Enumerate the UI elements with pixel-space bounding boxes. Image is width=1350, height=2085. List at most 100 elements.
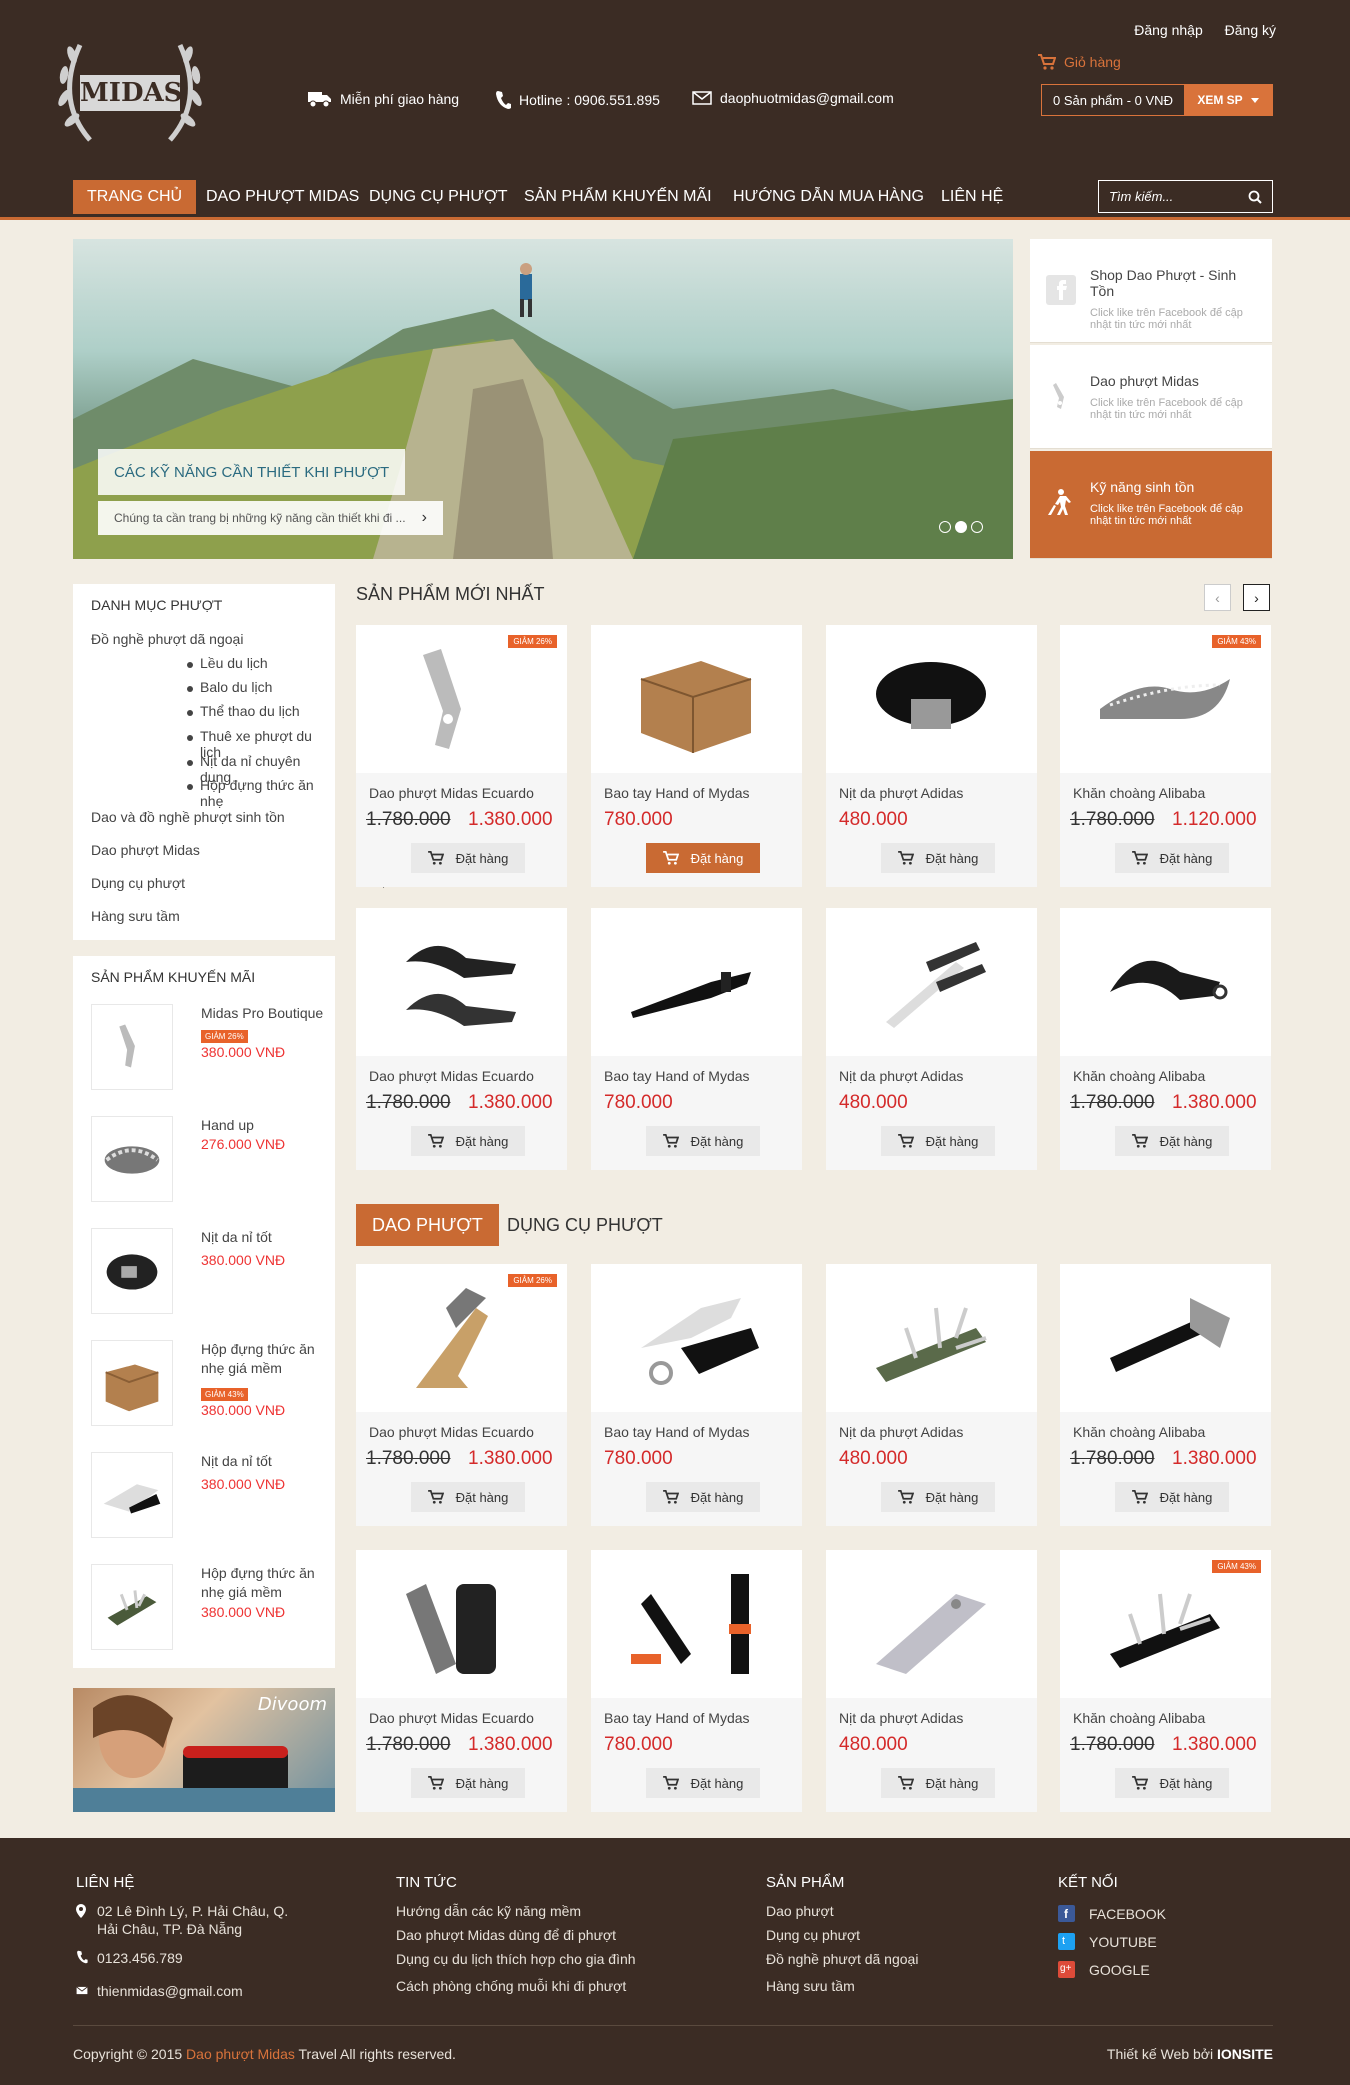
order-button[interactable]: Đặt hàng xyxy=(881,1768,995,1798)
product-image[interactable] xyxy=(356,908,567,1056)
nav-home[interactable]: Trang chủ xyxy=(73,180,197,214)
order-button[interactable]: Đặt hàng xyxy=(411,1126,525,1156)
product-image[interactable] xyxy=(1060,1264,1271,1412)
product-image[interactable] xyxy=(1060,908,1271,1056)
order-button[interactable]: Đặt hàng xyxy=(646,1768,760,1798)
product-card[interactable]: GIẢM 26% Dao phượt Midas Ecuardo 1.780.000… xyxy=(356,1264,567,1526)
footer-news-link[interactable]: Cách phòng chống muỗi khi đi phượt xyxy=(396,1977,626,1995)
category-outdoor-gear[interactable]: Đồ nghề phượt dã ngoại xyxy=(91,631,243,647)
slider-dot-active[interactable] xyxy=(955,521,967,533)
twitter-icon[interactable]: t xyxy=(1058,1933,1075,1950)
promo-item[interactable]: Hộp đựng thức ăn nhẹ giá mềm GIẢM 43% 38… xyxy=(91,1340,331,1430)
footer-news-link[interactable]: Hướng dẫn các kỹ năng mềm xyxy=(396,1902,581,1920)
footer-social-facebook[interactable]: FACEBOOK xyxy=(1089,1905,1166,1923)
nav-buying-guide[interactable]: Hướng dẫn mua hàng xyxy=(733,180,924,214)
email-text[interactable]: daophuotmidas@gmail.com xyxy=(720,90,894,106)
product-image[interactable] xyxy=(826,1550,1037,1698)
nav-travel-tools[interactable]: Dụng cụ phượt xyxy=(369,180,508,214)
promo-item[interactable]: Hand up 276.000 VNĐ xyxy=(91,1116,331,1206)
slide-title[interactable]: CÁC KỸ NĂNG CẦN THIẾT KHI PHƯỢT xyxy=(98,449,406,495)
product-card[interactable]: Nịt da phượt Adidas 480.000 Đặt hàng xyxy=(826,1550,1037,1812)
order-button[interactable]: Đặt hàng xyxy=(1115,1126,1229,1156)
product-card[interactable]: GIẢM 43% Khăn choàng Alibaba 1.780.000 1.12… xyxy=(1060,625,1271,887)
product-name[interactable]: Bao tay Hand of Mydas xyxy=(604,1424,750,1440)
product-card[interactable]: Khăn choàng Alibaba 1.780.000 1.380.000 Đặt… xyxy=(1060,1264,1271,1526)
footer-product-link[interactable]: Dụng cụ phượt xyxy=(766,1926,860,1944)
order-button[interactable]: Đặt hàng xyxy=(646,1126,760,1156)
category-midas-knives[interactable]: Dao phượt Midas xyxy=(91,842,200,858)
category-travel-tools[interactable]: Dụng cụ phượt xyxy=(91,875,185,891)
carousel-prev-button[interactable]: ‹ xyxy=(1204,584,1231,611)
product-name[interactable]: Khăn choàng Alibaba xyxy=(1073,1424,1205,1440)
subcategory-tents[interactable]: Lều du lịch xyxy=(200,655,268,671)
product-name[interactable]: Khăn choàng Alibaba xyxy=(1073,1710,1205,1726)
product-image[interactable] xyxy=(591,1264,802,1412)
promo-item[interactable]: Hộp đựng thức ăn nhẹ giá mềm 380.000 VNĐ xyxy=(91,1564,331,1654)
facebook-icon[interactable]: f xyxy=(1058,1905,1075,1922)
promo-item[interactable]: Nịt da nỉ tốt 380.000 VNĐ xyxy=(91,1452,331,1542)
order-button[interactable]: Đặt hàng xyxy=(411,843,525,873)
product-name[interactable]: Nịt da phượt Adidas xyxy=(839,1424,963,1440)
login-link[interactable]: Đăng nhập xyxy=(1134,22,1203,38)
product-card[interactable]: Nịt da phượt Adidas 480.000 Đặt hàng xyxy=(826,625,1037,887)
product-card[interactable]: Khăn choàng Alibaba 1.780.000 1.380.000 Đặt… xyxy=(1060,908,1271,1170)
footer-news-link[interactable]: Dao phượt Midas dùng để đi phượt xyxy=(396,1926,616,1944)
register-link[interactable]: Đăng ký xyxy=(1225,22,1276,38)
footer-product-link[interactable]: Đồ nghề phượt dã ngoại xyxy=(766,1950,918,1968)
category-collectibles[interactable]: Hàng sưu tầm xyxy=(91,908,180,924)
product-name[interactable]: Dao phượt Midas Ecuardo xyxy=(369,785,534,801)
divoom-banner[interactable]: Divoom xyxy=(73,1688,335,1812)
product-card[interactable]: Dao phượt Midas Ecuardo 1.780.000 1.380.00… xyxy=(356,1550,567,1812)
slider-dot[interactable] xyxy=(939,521,951,533)
product-image[interactable]: GIẢM 43% xyxy=(1060,1550,1271,1698)
product-image[interactable] xyxy=(826,625,1037,773)
copyright-site-link[interactable]: Dao phượt Midas xyxy=(186,2046,295,2062)
cart-label[interactable]: Giỏ hàng xyxy=(1038,54,1121,70)
promo-item[interactable]: Nịt da nỉ tốt 380.000 VNĐ xyxy=(91,1228,331,1318)
footer-product-link[interactable]: Hàng sưu tầm xyxy=(766,1977,855,1995)
product-name[interactable]: Khăn choàng Alibaba xyxy=(1073,785,1205,801)
product-image[interactable] xyxy=(826,908,1037,1056)
search-input[interactable] xyxy=(1109,189,1239,204)
category-survival-knives[interactable]: Dao và đồ nghề phượt sinh tồn xyxy=(91,809,285,825)
nav-contact[interactable]: Liên hệ xyxy=(941,180,1003,214)
search-icon[interactable] xyxy=(1248,190,1262,204)
order-button[interactable]: Đặt hàng xyxy=(411,1768,525,1798)
nav-midas-knives[interactable]: Dao phượt Midas xyxy=(206,180,359,214)
product-image[interactable]: GIẢM 26% xyxy=(356,1264,567,1412)
hero-card-midas[interactable]: Dao phượt Midas Click like trên Facebook… xyxy=(1030,345,1272,449)
product-card[interactable]: Nịt da phượt Adidas 480.000 Đặt hàng xyxy=(826,1264,1037,1526)
footer-social-youtube[interactable]: YOUTUBE xyxy=(1089,1933,1157,1951)
product-image[interactable] xyxy=(591,908,802,1056)
order-button[interactable]: Đặt hàng xyxy=(881,1126,995,1156)
footer-product-link[interactable]: Dao phượt xyxy=(766,1902,834,1920)
product-name[interactable]: Bao tay Hand of Mydas xyxy=(604,1068,750,1084)
footer-social-google[interactable]: GOOGLE xyxy=(1089,1961,1150,1979)
product-image[interactable] xyxy=(591,625,802,773)
slider-dot[interactable] xyxy=(971,521,983,533)
footer-email[interactable]: thienmidas@gmail.com xyxy=(97,1982,243,2000)
subcategory-food-boxes[interactable]: Hộp đựng thức ăn nhẹ xyxy=(200,777,335,809)
carousel-next-button[interactable]: › xyxy=(1243,584,1270,611)
order-button[interactable]: Đặt hàng xyxy=(411,1482,525,1512)
view-cart-button[interactable]: XEM SP xyxy=(1184,85,1272,115)
order-button[interactable]: Đặt hàng xyxy=(881,843,995,873)
product-card[interactable]: Bao tay Hand of Mydas 780.000 Đặt hàng xyxy=(591,908,802,1170)
product-card[interactable]: Dao phượt Midas Ecuardo 1.780.000 1.380.00… xyxy=(356,908,567,1170)
product-card[interactable]: Bao tay Hand of Mydas 780.000 Đặt hàng xyxy=(591,1264,802,1526)
product-card[interactable]: GIẢM 43% Khăn choàng Alibaba 1.780.000 1.38… xyxy=(1060,1550,1271,1812)
order-button[interactable]: Đặt hàng xyxy=(646,843,760,873)
subcategory-backpacks[interactable]: Balo du lịch xyxy=(200,679,272,695)
product-image[interactable] xyxy=(591,1550,802,1698)
product-name[interactable]: Nịt da phượt Adidas xyxy=(839,1710,963,1726)
product-name[interactable]: Nịt da phượt Adidas xyxy=(839,785,963,801)
midas-logo[interactable]: MIDAS xyxy=(50,20,210,158)
product-image[interactable]: GIẢM 26% xyxy=(356,625,567,773)
product-image[interactable]: GIẢM 43% xyxy=(1060,625,1271,773)
slide-description[interactable]: Chúng ta cần trang bị những kỹ năng cần … xyxy=(98,501,443,535)
order-button[interactable]: Đặt hàng xyxy=(881,1482,995,1512)
hero-card-shop[interactable]: Shop Dao Phượt - Sinh Tồn Click like trê… xyxy=(1030,239,1272,343)
order-button[interactable]: Đặt hàng xyxy=(1115,1768,1229,1798)
order-button[interactable]: Đặt hàng xyxy=(646,1482,760,1512)
tab-knives[interactable]: DAO PHƯỢT xyxy=(356,1204,499,1246)
